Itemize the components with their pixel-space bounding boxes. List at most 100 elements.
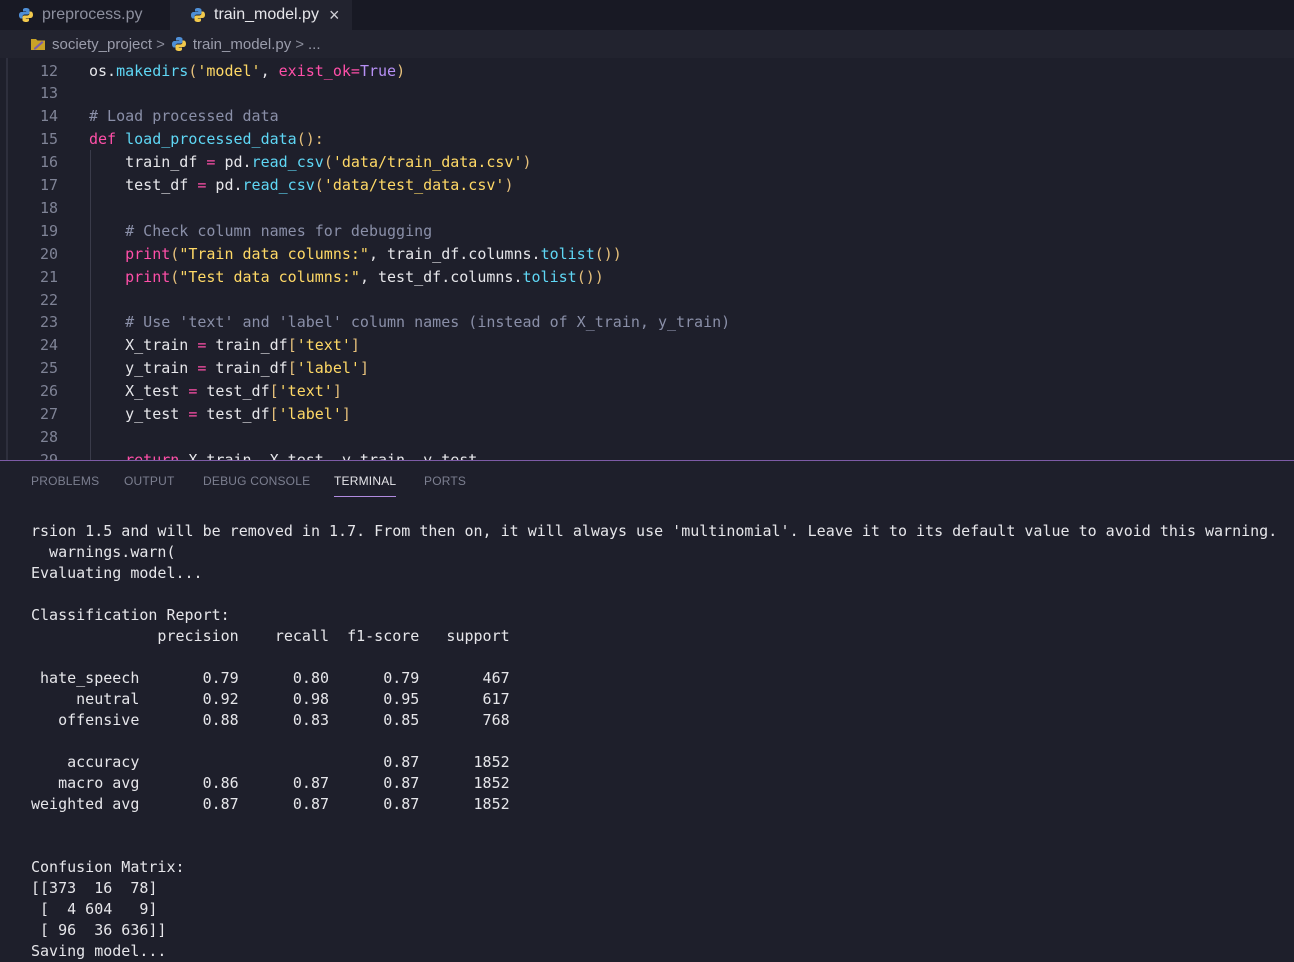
code-line: 22 [0, 289, 1294, 312]
line-number: 16 [39, 153, 58, 172]
code-line: 29 return X_train, X_test, y_train, y_te… [0, 449, 1294, 460]
code-token: X_train, X_test, y_train, y_test [179, 450, 478, 460]
code-text: # Check column names for debugging [89, 220, 432, 243]
python-icon [171, 37, 186, 51]
code-token: 'text' [278, 382, 333, 401]
line-number: 22 [39, 290, 58, 309]
terminal-line: accuracy 0.87 1852 [31, 753, 510, 771]
code-line: 24 X_train = train_df['text'] [0, 334, 1294, 357]
breadcrumb-separator: > [156, 35, 165, 53]
code-token: read_csv [251, 153, 324, 172]
code-token: load_processed_data [125, 130, 297, 149]
python-icon [19, 8, 33, 22]
line-number: 19 [39, 221, 58, 240]
code-line: 19 # Check column names for debugging [0, 220, 1294, 243]
code-line: 14 # Load processed data [0, 105, 1294, 128]
tab-train-model[interactable]: train_model.py × [170, 0, 352, 30]
close-icon[interactable]: × [329, 5, 340, 26]
code-token: makedirs [116, 61, 189, 80]
code-token: ] [359, 359, 369, 378]
tab-debug-console[interactable]: DEBUG CONSOLE [203, 474, 310, 488]
line-number: 24 [39, 336, 58, 355]
code-token: [ [269, 405, 279, 423]
code-token: ()) [576, 267, 604, 286]
code-token: train_df [89, 153, 207, 172]
line-number: 21 [39, 267, 58, 286]
code-token: [ [287, 336, 297, 355]
code-token: test_df [197, 405, 270, 423]
code-token: test_df [89, 176, 198, 194]
line-number: 15 [39, 130, 58, 149]
line-number: 20 [39, 244, 58, 263]
line-number: 13 [39, 84, 58, 103]
code-token: ] [332, 382, 342, 401]
code-token: X_test [89, 382, 189, 401]
bottom-panel: PROBLEMS OUTPUT DEBUG CONSOLE TERMINAL P… [0, 461, 1294, 962]
code-token: y_train [89, 359, 198, 378]
terminal-line: macro avg 0.86 0.87 0.87 1852 [31, 774, 510, 792]
code-token: 'data/test_data.csv' [323, 176, 505, 194]
code-text: test_df = pd.read_csv('data/test_data.cs… [89, 174, 513, 197]
terminal-line: offensive 0.88 0.83 0.85 768 [31, 711, 510, 729]
code-token: def [89, 130, 126, 149]
code-token: test_df [197, 382, 270, 401]
code-token: ( [170, 267, 180, 286]
code-token: tolist [540, 244, 595, 263]
breadcrumb-folder[interactable]: society_project [52, 36, 152, 53]
code-line: 15 def load_processed_data(): [0, 128, 1294, 151]
terminal-line: precision recall f1-score support [31, 627, 510, 645]
terminal-line: Confusion Matrix: [31, 858, 185, 876]
code-text: print("Test data columns:", test_df.colu… [89, 266, 604, 289]
line-number: 27 [39, 405, 58, 423]
terminal-line: Evaluating model... [31, 564, 203, 582]
code-token: 'data/train_data.csv' [332, 153, 523, 172]
code-token: train_df [206, 359, 288, 378]
terminal-line: rsion 1.5 and will be removed in 1.7. Fr… [31, 522, 1278, 540]
code-text: # Use 'text' and 'label' column names (i… [89, 311, 730, 334]
terminal-line: hate_speech 0.79 0.80 0.79 467 [31, 669, 510, 687]
code-token: ) [396, 61, 406, 80]
code-line: 12 os.makedirs('model', exist_ok=True) [0, 60, 1294, 83]
code-line: 17 test_df = pd.read_csv('data/test_data… [0, 174, 1294, 197]
line-number: 14 [39, 107, 58, 126]
code-token: , test_df.columns. [359, 267, 523, 286]
code-token: = [350, 61, 360, 80]
code-token: ) [522, 153, 532, 172]
terminal-line: [ 4 604 9] [31, 900, 158, 918]
code-text: X_train = train_df['text'] [89, 334, 360, 357]
code-text: # Load processed data [89, 105, 279, 128]
code-line: 13 [0, 82, 1294, 105]
tab-ports[interactable]: PORTS [424, 474, 466, 488]
terminal-output[interactable]: rsion 1.5 and will be removed in 1.7. Fr… [31, 521, 1286, 962]
tab-preprocess[interactable]: preprocess.py [0, 0, 170, 30]
code-line: 20 print("Train data columns:", train_df… [0, 243, 1294, 266]
line-number: 23 [39, 313, 58, 332]
code-line: 28 [0, 426, 1294, 449]
code-text: y_train = train_df['label'] [89, 357, 369, 380]
line-number: 29 [39, 450, 58, 460]
code-editor[interactable]: 12 os.makedirs('model', exist_ok=True) 13 1… [0, 58, 1294, 460]
code-token: ] [341, 405, 351, 423]
code-token: # Check column names for debugging [89, 221, 433, 240]
panel-tabs: PROBLEMS OUTPUT DEBUG CONSOLE TERMINAL P… [0, 461, 1294, 501]
code-token: , train_df.columns. [368, 244, 541, 263]
code-token: train_df [206, 336, 288, 355]
tab-problems[interactable]: PROBLEMS [31, 474, 99, 488]
code-text: os.makedirs('model', exist_ok=True) [89, 60, 405, 83]
terminal-line: [[373 16 78] [31, 879, 158, 897]
code-token: exist_ok [278, 61, 351, 80]
breadcrumb-ellipsis[interactable]: ... [308, 36, 321, 53]
code-token: , [260, 61, 279, 80]
code-token: True [359, 61, 397, 80]
tab-output[interactable]: OUTPUT [124, 474, 175, 488]
line-number: 18 [39, 198, 58, 217]
tab-terminal[interactable]: TERMINAL [334, 474, 397, 497]
code-token: X_train [89, 336, 198, 355]
breadcrumb-separator: > [295, 35, 304, 53]
breadcrumb-file[interactable]: train_model.py [193, 36, 291, 53]
code-token: read_csv [242, 176, 315, 194]
